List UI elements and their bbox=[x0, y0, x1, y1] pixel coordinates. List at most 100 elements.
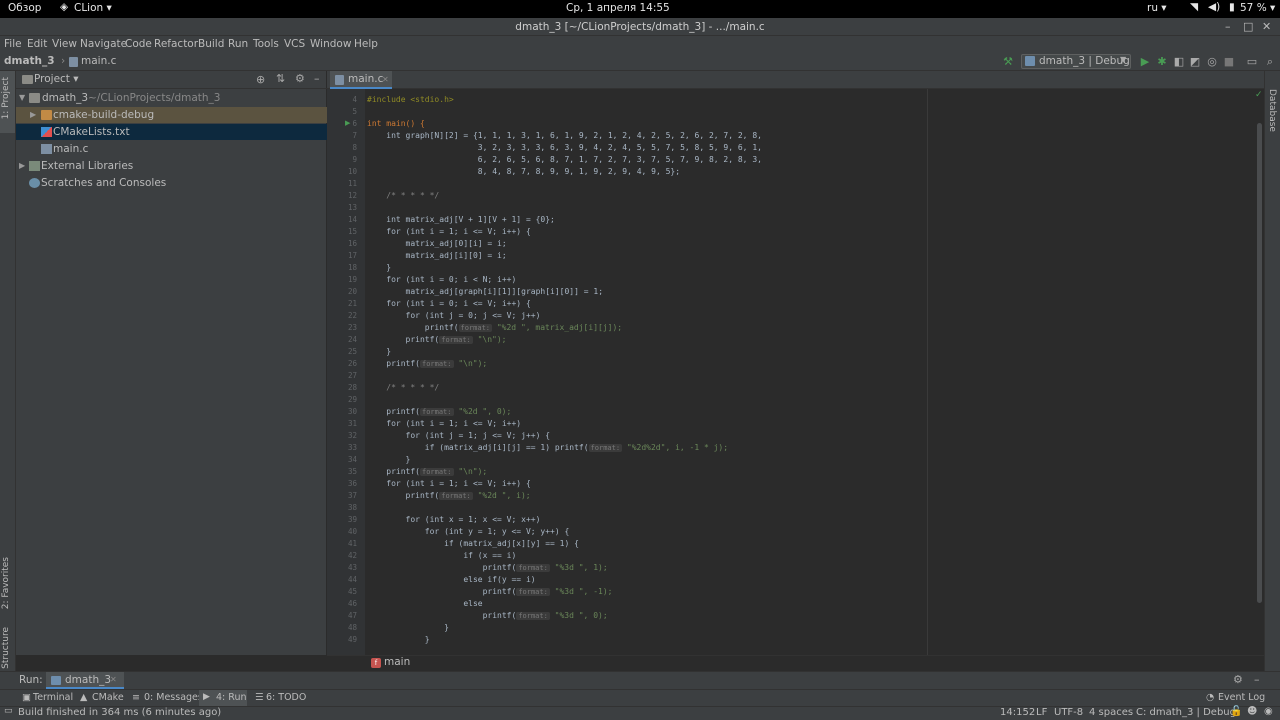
scratches-icon bbox=[29, 178, 40, 188]
tool-todo[interactable]: 6: TODO bbox=[266, 692, 306, 703]
tab-label: main.c bbox=[348, 73, 384, 85]
keyboard-layout-button[interactable]: ru ▾ bbox=[1147, 2, 1167, 14]
menu-help[interactable]: Help bbox=[354, 38, 378, 50]
wifi-icon[interactable]: ◥ bbox=[1190, 1, 1198, 13]
line-number: 49 bbox=[347, 635, 357, 644]
volume-icon[interactable]: ◀) bbox=[1208, 1, 1220, 13]
tool-cmake[interactable]: CMake bbox=[92, 692, 124, 703]
notifications-icon[interactable]: ◉ bbox=[1264, 706, 1273, 717]
menu-build[interactable]: Build bbox=[198, 38, 224, 50]
collapse-arrow-icon[interactable]: ▶ bbox=[30, 107, 36, 123]
run-config-select[interactable]: dmath_3 | Debug ▼ bbox=[1021, 54, 1131, 69]
build-hammer-icon[interactable]: ⚒ bbox=[1002, 56, 1014, 68]
left-tool-strip: 1: Project 2: Favorites Z: Structure bbox=[0, 71, 16, 681]
activities-button[interactable]: Обзор bbox=[8, 2, 41, 14]
inspection-ok-icon[interactable]: ✓ bbox=[1255, 90, 1263, 100]
tool-run: 4: Run bbox=[216, 692, 247, 703]
menu-run[interactable]: Run bbox=[228, 38, 248, 50]
app-menu-button[interactable]: CLion ▾ bbox=[74, 2, 112, 14]
maximize-icon[interactable]: □ bbox=[1243, 18, 1253, 36]
battery-percent[interactable]: 57 % ▾ bbox=[1240, 2, 1275, 14]
run-coverage-icon[interactable]: ◧ bbox=[1173, 56, 1185, 68]
line-number: 42 bbox=[347, 551, 357, 560]
code-fragment: printf( bbox=[367, 323, 459, 332]
tab-favorites[interactable]: 2: Favorites bbox=[1, 557, 11, 609]
code-line: if (matrix_adj[i][j] == 1) printf(format… bbox=[367, 443, 728, 452]
battery-icon[interactable]: ▮ bbox=[1229, 1, 1235, 13]
project-view-dropdown[interactable]: Project ▾ bbox=[34, 73, 79, 85]
tree-item-main-c[interactable]: main.c bbox=[16, 141, 327, 157]
line-number: 12 bbox=[347, 191, 357, 200]
collapse-icon[interactable]: ⇅ bbox=[276, 72, 285, 85]
tool-run-active[interactable]: ▶ 4: Run bbox=[199, 690, 247, 706]
status-panel-icon[interactable]: ▭ bbox=[4, 706, 13, 716]
hide-icon[interactable]: – bbox=[314, 72, 320, 85]
close-tab-icon[interactable]: ✕ bbox=[110, 675, 117, 684]
nav-file[interactable]: main.c bbox=[81, 55, 116, 67]
code-fragment: "%2d ", 0); bbox=[458, 407, 512, 416]
tool-terminal[interactable]: Terminal bbox=[33, 692, 73, 703]
function-icon: f bbox=[371, 658, 381, 668]
menu-tools[interactable]: Tools bbox=[253, 38, 279, 50]
parameter-hint: format: bbox=[516, 564, 550, 572]
stop-icon[interactable]: ■ bbox=[1223, 56, 1235, 68]
profile-icon[interactable]: ◩ bbox=[1189, 56, 1201, 68]
menu-edit[interactable]: Edit bbox=[27, 38, 47, 50]
code-fragment: "%2d%2d", i, -1 * j); bbox=[626, 443, 729, 452]
run-config-tab[interactable]: dmath_3 ✕ bbox=[46, 672, 124, 689]
close-tab-icon[interactable]: ✕ bbox=[382, 71, 389, 88]
tree-item-cmakelists[interactable]: CMakeLists.txt bbox=[16, 124, 327, 140]
line-separator[interactable]: LF bbox=[1036, 707, 1047, 718]
code-line: printf(format: "%2d ", i); bbox=[367, 491, 531, 500]
tab-project[interactable]: 1: Project bbox=[1, 77, 11, 119]
project-structure-icon[interactable]: ▭ bbox=[1246, 56, 1258, 68]
debug-icon[interactable]: ✱ bbox=[1156, 56, 1168, 68]
system-top-bar: Обзор ◈ CLion ▾ Ср, 1 апреля 14:55 ru ▾ … bbox=[0, 0, 1280, 18]
menu-code[interactable]: Code bbox=[125, 38, 152, 50]
cursor-position[interactable]: 14:152 bbox=[1000, 707, 1035, 718]
nav-project[interactable]: dmath_3 bbox=[4, 55, 55, 67]
menu-file[interactable]: File bbox=[4, 38, 22, 50]
collapse-arrow-icon[interactable]: ▶ bbox=[19, 158, 25, 174]
resolve-context[interactable]: C: dmath_3 | Debug bbox=[1136, 707, 1236, 718]
tab-main-c[interactable]: main.c ✕ bbox=[330, 71, 392, 89]
valgrind-icon[interactable]: ◎ bbox=[1206, 56, 1218, 68]
tree-item-external-libraries[interactable]: ▶ External Libraries bbox=[16, 158, 327, 174]
tree-item-root[interactable]: ▼ dmath_3 ~/CLionProjects/dmath_3 bbox=[16, 90, 327, 106]
settings-icon[interactable]: ⚙ bbox=[1233, 673, 1243, 686]
tree-item-label: dmath_3 bbox=[42, 92, 89, 104]
tool-event-log[interactable]: Event Log bbox=[1218, 692, 1265, 703]
status-message[interactable]: Build finished in 364 ms (6 minutes ago) bbox=[18, 707, 221, 718]
expand-arrow-icon[interactable]: ▼ bbox=[19, 90, 25, 106]
menu-window[interactable]: Window bbox=[310, 38, 351, 50]
locate-icon[interactable]: ⊕ bbox=[256, 73, 265, 86]
clock[interactable]: Ср, 1 апреля 14:55 bbox=[566, 2, 670, 14]
tool-messages[interactable]: 0: Messages bbox=[144, 692, 203, 703]
lock-icon[interactable]: 🔓 bbox=[1230, 706, 1242, 717]
file-encoding[interactable]: UTF-8 bbox=[1054, 707, 1083, 718]
search-icon[interactable]: ⌕ bbox=[1264, 56, 1276, 68]
hide-icon[interactable]: – bbox=[1254, 673, 1260, 686]
run-icon[interactable]: ▶ bbox=[1139, 56, 1151, 68]
menu-vcs[interactable]: VCS bbox=[284, 38, 305, 50]
indent-setting[interactable]: 4 spaces bbox=[1089, 707, 1133, 718]
tree-item-scratches[interactable]: Scratches and Consoles bbox=[16, 175, 327, 191]
line-number: 15 bbox=[347, 227, 357, 236]
editor-scrollbar[interactable] bbox=[1257, 123, 1262, 603]
close-icon[interactable]: ✕ bbox=[1262, 18, 1271, 36]
tab-database[interactable]: Database bbox=[1267, 89, 1277, 132]
inspector-icon[interactable]: ☻ bbox=[1247, 706, 1257, 717]
settings-icon[interactable]: ⚙ bbox=[295, 72, 305, 85]
tree-item-cmake-build-debug[interactable]: ▶ cmake-build-debug bbox=[16, 107, 327, 123]
function-breadcrumb[interactable]: main bbox=[384, 656, 410, 668]
menu-refactor[interactable]: Refactor bbox=[154, 38, 198, 50]
line-number: 35 bbox=[347, 467, 357, 476]
line-number: 27 bbox=[347, 371, 357, 380]
tree-item-path: ~/CLionProjects/dmath_3 bbox=[88, 92, 221, 104]
line-number: 31 bbox=[347, 419, 357, 428]
menu-view[interactable]: View bbox=[52, 38, 77, 50]
c-file-icon bbox=[335, 75, 344, 85]
menu-navigate[interactable]: Navigate bbox=[80, 38, 127, 50]
status-bar: ▭ Build finished in 364 ms (6 minutes ag… bbox=[0, 706, 1280, 720]
minimize-icon[interactable]: – bbox=[1225, 18, 1231, 36]
